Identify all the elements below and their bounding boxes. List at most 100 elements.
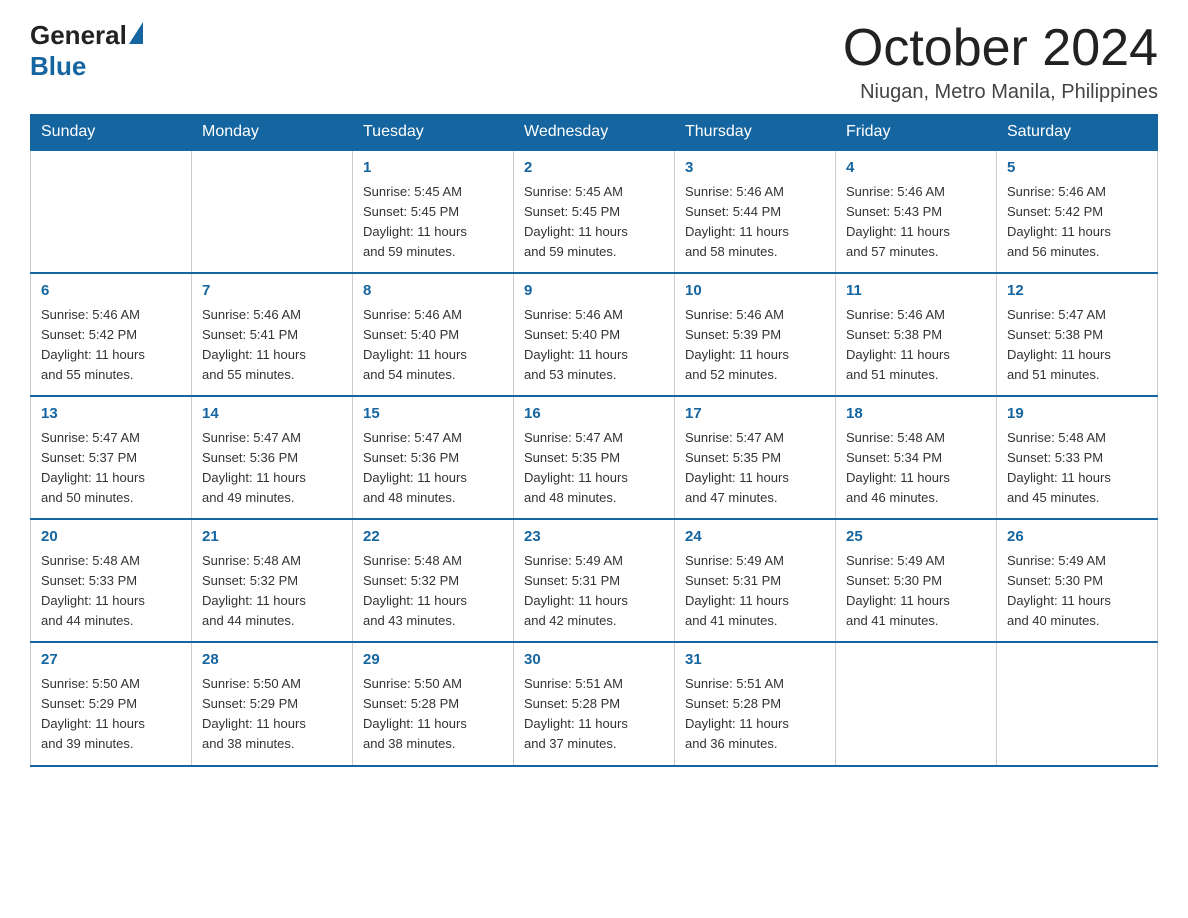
logo-general-text: General [30,20,127,51]
day-number: 31 [685,649,825,672]
day-number: 29 [363,649,503,672]
day-number: 26 [1007,526,1147,549]
calendar-cell: 7Sunrise: 5:46 AMSunset: 5:41 PMDaylight… [192,273,353,396]
day-info: Sunrise: 5:46 AMSunset: 5:42 PMDaylight:… [1007,182,1147,263]
day-number: 20 [41,526,181,549]
day-info: Sunrise: 5:47 AMSunset: 5:35 PMDaylight:… [524,428,664,509]
day-info: Sunrise: 5:45 AMSunset: 5:45 PMDaylight:… [363,182,503,263]
calendar-cell: 8Sunrise: 5:46 AMSunset: 5:40 PMDaylight… [353,273,514,396]
weekday-header-thursday: Thursday [675,115,836,151]
day-number: 27 [41,649,181,672]
calendar-cell: 18Sunrise: 5:48 AMSunset: 5:34 PMDayligh… [836,396,997,519]
calendar-cell: 2Sunrise: 5:45 AMSunset: 5:45 PMDaylight… [514,150,675,273]
week-row-1: 1Sunrise: 5:45 AMSunset: 5:45 PMDaylight… [31,150,1158,273]
calendar-cell: 13Sunrise: 5:47 AMSunset: 5:37 PMDayligh… [31,396,192,519]
day-number: 21 [202,526,342,549]
calendar-cell: 21Sunrise: 5:48 AMSunset: 5:32 PMDayligh… [192,519,353,642]
calendar-cell: 17Sunrise: 5:47 AMSunset: 5:35 PMDayligh… [675,396,836,519]
calendar-cell: 16Sunrise: 5:47 AMSunset: 5:35 PMDayligh… [514,396,675,519]
calendar-cell [997,642,1158,765]
calendar-cell: 4Sunrise: 5:46 AMSunset: 5:43 PMDaylight… [836,150,997,273]
calendar-cell: 1Sunrise: 5:45 AMSunset: 5:45 PMDaylight… [353,150,514,273]
week-row-3: 13Sunrise: 5:47 AMSunset: 5:37 PMDayligh… [31,396,1158,519]
day-info: Sunrise: 5:49 AMSunset: 5:30 PMDaylight:… [1007,551,1147,632]
day-info: Sunrise: 5:46 AMSunset: 5:40 PMDaylight:… [524,305,664,386]
month-title: October 2024 [843,20,1158,77]
day-number: 6 [41,280,181,303]
day-info: Sunrise: 5:49 AMSunset: 5:30 PMDaylight:… [846,551,986,632]
day-number: 14 [202,403,342,426]
calendar-cell: 27Sunrise: 5:50 AMSunset: 5:29 PMDayligh… [31,642,192,765]
day-info: Sunrise: 5:47 AMSunset: 5:36 PMDaylight:… [363,428,503,509]
calendar-cell [31,150,192,273]
calendar-cell: 25Sunrise: 5:49 AMSunset: 5:30 PMDayligh… [836,519,997,642]
day-number: 28 [202,649,342,672]
day-number: 30 [524,649,664,672]
day-info: Sunrise: 5:51 AMSunset: 5:28 PMDaylight:… [524,674,664,755]
day-number: 18 [846,403,986,426]
day-number: 13 [41,403,181,426]
day-info: Sunrise: 5:45 AMSunset: 5:45 PMDaylight:… [524,182,664,263]
title-area: October 2024 Niugan, Metro Manila, Phili… [843,20,1158,104]
day-number: 1 [363,157,503,180]
calendar-cell: 31Sunrise: 5:51 AMSunset: 5:28 PMDayligh… [675,642,836,765]
week-row-4: 20Sunrise: 5:48 AMSunset: 5:33 PMDayligh… [31,519,1158,642]
calendar-cell: 22Sunrise: 5:48 AMSunset: 5:32 PMDayligh… [353,519,514,642]
day-info: Sunrise: 5:48 AMSunset: 5:34 PMDaylight:… [846,428,986,509]
logo-blue-text: Blue [30,51,86,82]
calendar-cell: 30Sunrise: 5:51 AMSunset: 5:28 PMDayligh… [514,642,675,765]
day-info: Sunrise: 5:46 AMSunset: 5:39 PMDaylight:… [685,305,825,386]
calendar-cell: 19Sunrise: 5:48 AMSunset: 5:33 PMDayligh… [997,396,1158,519]
weekday-header-row: SundayMondayTuesdayWednesdayThursdayFrid… [31,115,1158,151]
calendar-cell [192,150,353,273]
day-number: 24 [685,526,825,549]
day-info: Sunrise: 5:46 AMSunset: 5:41 PMDaylight:… [202,305,342,386]
calendar-cell: 14Sunrise: 5:47 AMSunset: 5:36 PMDayligh… [192,396,353,519]
day-number: 23 [524,526,664,549]
calendar-cell: 5Sunrise: 5:46 AMSunset: 5:42 PMDaylight… [997,150,1158,273]
week-row-2: 6Sunrise: 5:46 AMSunset: 5:42 PMDaylight… [31,273,1158,396]
day-number: 22 [363,526,503,549]
day-info: Sunrise: 5:46 AMSunset: 5:40 PMDaylight:… [363,305,503,386]
calendar-cell: 23Sunrise: 5:49 AMSunset: 5:31 PMDayligh… [514,519,675,642]
location-title: Niugan, Metro Manila, Philippines [843,81,1158,104]
day-info: Sunrise: 5:46 AMSunset: 5:43 PMDaylight:… [846,182,986,263]
calendar-cell: 3Sunrise: 5:46 AMSunset: 5:44 PMDaylight… [675,150,836,273]
day-number: 19 [1007,403,1147,426]
day-number: 8 [363,280,503,303]
day-info: Sunrise: 5:46 AMSunset: 5:42 PMDaylight:… [41,305,181,386]
day-number: 3 [685,157,825,180]
weekday-header-tuesday: Tuesday [353,115,514,151]
logo: General Blue [30,20,143,82]
calendar-cell: 24Sunrise: 5:49 AMSunset: 5:31 PMDayligh… [675,519,836,642]
day-number: 7 [202,280,342,303]
calendar-table: SundayMondayTuesdayWednesdayThursdayFrid… [30,114,1158,766]
day-info: Sunrise: 5:47 AMSunset: 5:35 PMDaylight:… [685,428,825,509]
weekday-header-sunday: Sunday [31,115,192,151]
day-number: 15 [363,403,503,426]
day-info: Sunrise: 5:51 AMSunset: 5:28 PMDaylight:… [685,674,825,755]
day-number: 4 [846,157,986,180]
day-info: Sunrise: 5:48 AMSunset: 5:33 PMDaylight:… [41,551,181,632]
day-info: Sunrise: 5:50 AMSunset: 5:29 PMDaylight:… [202,674,342,755]
day-info: Sunrise: 5:46 AMSunset: 5:38 PMDaylight:… [846,305,986,386]
day-info: Sunrise: 5:50 AMSunset: 5:28 PMDaylight:… [363,674,503,755]
day-info: Sunrise: 5:49 AMSunset: 5:31 PMDaylight:… [685,551,825,632]
calendar-cell: 26Sunrise: 5:49 AMSunset: 5:30 PMDayligh… [997,519,1158,642]
day-info: Sunrise: 5:48 AMSunset: 5:32 PMDaylight:… [202,551,342,632]
calendar-cell: 20Sunrise: 5:48 AMSunset: 5:33 PMDayligh… [31,519,192,642]
day-number: 12 [1007,280,1147,303]
header: General Blue October 2024 Niugan, Metro … [30,20,1158,104]
day-info: Sunrise: 5:47 AMSunset: 5:37 PMDaylight:… [41,428,181,509]
weekday-header-saturday: Saturday [997,115,1158,151]
calendar-cell: 15Sunrise: 5:47 AMSunset: 5:36 PMDayligh… [353,396,514,519]
day-number: 9 [524,280,664,303]
day-number: 16 [524,403,664,426]
day-number: 2 [524,157,664,180]
calendar-cell: 9Sunrise: 5:46 AMSunset: 5:40 PMDaylight… [514,273,675,396]
calendar-cell: 11Sunrise: 5:46 AMSunset: 5:38 PMDayligh… [836,273,997,396]
day-info: Sunrise: 5:46 AMSunset: 5:44 PMDaylight:… [685,182,825,263]
weekday-header-monday: Monday [192,115,353,151]
day-info: Sunrise: 5:47 AMSunset: 5:36 PMDaylight:… [202,428,342,509]
calendar-cell: 12Sunrise: 5:47 AMSunset: 5:38 PMDayligh… [997,273,1158,396]
